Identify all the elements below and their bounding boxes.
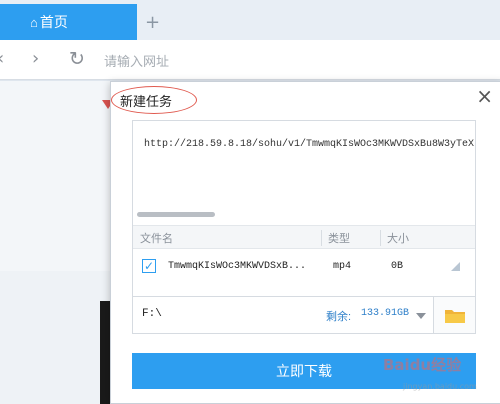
free-space-value: 133.91GB bbox=[361, 308, 410, 319]
file-name: TmwmqKIsWOc3MKWVDSxB... bbox=[168, 261, 307, 272]
url-textarea[interactable]: http://218.59.8.18/sohu/v1/TmwmqKIsWOc3M… bbox=[132, 120, 476, 309]
save-path: F:\ bbox=[142, 308, 162, 320]
file-size: 0B bbox=[391, 261, 404, 272]
header-size: 大小 bbox=[387, 233, 409, 245]
header-filename: 文件名 bbox=[140, 233, 173, 245]
new-tab-button[interactable]: + bbox=[145, 12, 160, 33]
page-dark-strip bbox=[100, 301, 110, 404]
file-table-header: 文件名 类型 大小 bbox=[133, 225, 475, 249]
free-space-label: 剩余: bbox=[326, 311, 352, 323]
table-row[interactable]: ✓ TmwmqKIsWOc3MKWVDSxB... mp4 0B bbox=[133, 249, 475, 283]
address-input[interactable]: 请输入网址 bbox=[104, 51, 169, 70]
watermark-subtext: jingyan.baidu.com bbox=[403, 382, 477, 391]
file-type: mp4 bbox=[333, 261, 352, 272]
checkbox-icon[interactable]: ✓ bbox=[142, 259, 156, 273]
watermark: Baidu经验 jingyan.baidu.com bbox=[383, 354, 498, 404]
tab-bar: ⌂ 首页 + bbox=[0, 0, 500, 40]
home-icon: ⌂ bbox=[30, 14, 38, 30]
watermark-text: Baidu经验 bbox=[383, 356, 462, 374]
dialog-title: 新建任务 bbox=[120, 94, 173, 109]
page-panel bbox=[0, 81, 110, 271]
header-type: 类型 bbox=[328, 233, 350, 245]
download-url: http://218.59.8.18/sohu/v1/TmwmqKIsWOc3M… bbox=[144, 139, 476, 150]
folder-icon bbox=[445, 310, 465, 323]
back-icon[interactable]: ‹ bbox=[0, 48, 4, 69]
horizontal-scrollbar[interactable] bbox=[137, 212, 215, 217]
browse-folder-button[interactable] bbox=[434, 296, 476, 334]
forward-icon[interactable]: › bbox=[32, 48, 39, 69]
resize-icon[interactable] bbox=[451, 262, 460, 271]
column-separator bbox=[380, 230, 381, 246]
dropdown-arrow-icon[interactable] bbox=[416, 313, 426, 319]
save-path-field[interactable]: F:\ 剩余: 133.91GB bbox=[132, 296, 434, 334]
column-separator bbox=[321, 230, 322, 246]
tab-home[interactable]: ⌂ 首页 bbox=[0, 4, 137, 40]
tab-label: 首页 bbox=[39, 14, 68, 30]
reload-icon[interactable]: ↻ bbox=[69, 48, 85, 70]
close-icon[interactable]: × bbox=[476, 84, 493, 108]
